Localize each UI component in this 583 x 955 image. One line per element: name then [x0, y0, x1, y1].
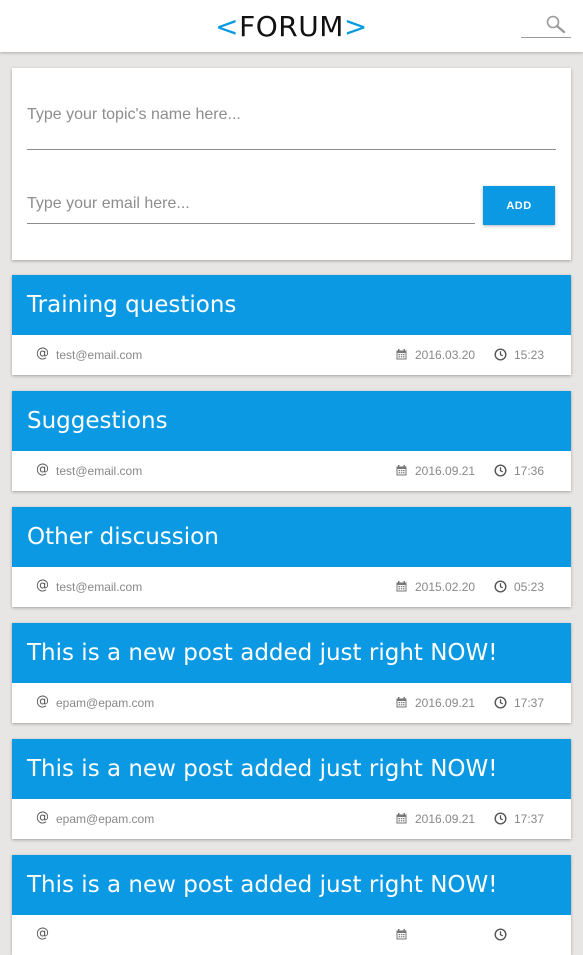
- app-header: <FORUM>: [0, 0, 583, 52]
- post-time: 17:36: [514, 464, 545, 478]
- post-author: test@email.com: [56, 464, 143, 478]
- post-title[interactable]: This is a new post added just right NOW!: [12, 623, 571, 683]
- post-time: 05:23: [514, 580, 545, 594]
- post-card[interactable]: Suggestions @ test@email.com 2016.09.21: [12, 391, 571, 491]
- post-card[interactable]: Training questions @ test@email.com 2016…: [12, 275, 571, 375]
- at-icon: @: [36, 578, 49, 593]
- search-field[interactable]: [521, 12, 571, 38]
- post-title[interactable]: This is a new post added just right NOW!: [12, 855, 571, 915]
- add-button[interactable]: ADD: [483, 186, 555, 225]
- post-card[interactable]: Other discussion @ test@email.com 2015.0…: [12, 507, 571, 607]
- post-date: 2016.03.20: [415, 348, 476, 362]
- post-title[interactable]: This is a new post added just right NOW!: [12, 739, 571, 799]
- post-card[interactable]: This is a new post added just right NOW!…: [12, 623, 571, 723]
- post-time: 17:37: [514, 696, 545, 710]
- post-date: 2016.09.21: [415, 464, 476, 478]
- clock-icon: [494, 812, 507, 825]
- calendar-icon: [396, 813, 407, 824]
- at-icon: @: [36, 926, 49, 941]
- clock-icon: [494, 696, 507, 709]
- calendar-icon: [396, 697, 407, 708]
- search-icon[interactable]: [545, 14, 567, 34]
- at-icon: @: [36, 462, 49, 477]
- topic-name-input[interactable]: [27, 86, 556, 150]
- post-date: 2016.09.21: [415, 812, 476, 826]
- post-meta: @: [12, 915, 571, 955]
- clock-icon: [494, 580, 507, 593]
- calendar-icon: [396, 349, 407, 360]
- calendar-icon: [396, 929, 407, 940]
- logo-text: FORUM: [239, 10, 344, 43]
- post-author: epam@epam.com: [56, 696, 155, 710]
- at-icon: @: [36, 694, 49, 709]
- post-card[interactable]: This is a new post added just right NOW!…: [12, 739, 571, 839]
- calendar-icon: [396, 465, 407, 476]
- clock-icon: [494, 348, 507, 361]
- new-topic-form: ADD: [12, 68, 571, 260]
- post-author: test@email.com: [56, 580, 143, 594]
- post-meta: @ epam@epam.com 2016.09.21 17:37: [12, 683, 571, 723]
- post-date: 2016.09.21: [415, 696, 476, 710]
- post-meta: @ test@email.com 2016.03.20 15:23: [12, 335, 571, 375]
- post-meta: @ epam@epam.com 2016.09.21 17:37: [12, 799, 571, 839]
- clock-icon: [494, 928, 507, 941]
- at-icon: @: [36, 346, 49, 361]
- post-card[interactable]: This is a new post added just right NOW!…: [12, 855, 571, 955]
- post-title[interactable]: Training questions: [12, 275, 571, 335]
- post-meta: @ test@email.com 2015.02.20 05:23: [12, 567, 571, 607]
- at-icon: @: [36, 810, 49, 825]
- clock-icon: [494, 464, 507, 477]
- post-time: 17:37: [514, 812, 545, 826]
- post-author: epam@epam.com: [56, 812, 155, 826]
- post-author: test@email.com: [56, 348, 143, 362]
- post-meta: @ test@email.com 2016.09.21 17:36: [12, 451, 571, 491]
- post-date: 2015.02.20: [415, 580, 476, 594]
- email-input[interactable]: [27, 190, 475, 224]
- calendar-icon: [396, 581, 407, 592]
- post-title[interactable]: Suggestions: [12, 391, 571, 451]
- forum-logo[interactable]: <FORUM>: [0, 0, 583, 52]
- post-time: 15:23: [514, 348, 545, 362]
- post-title[interactable]: Other discussion: [12, 507, 571, 567]
